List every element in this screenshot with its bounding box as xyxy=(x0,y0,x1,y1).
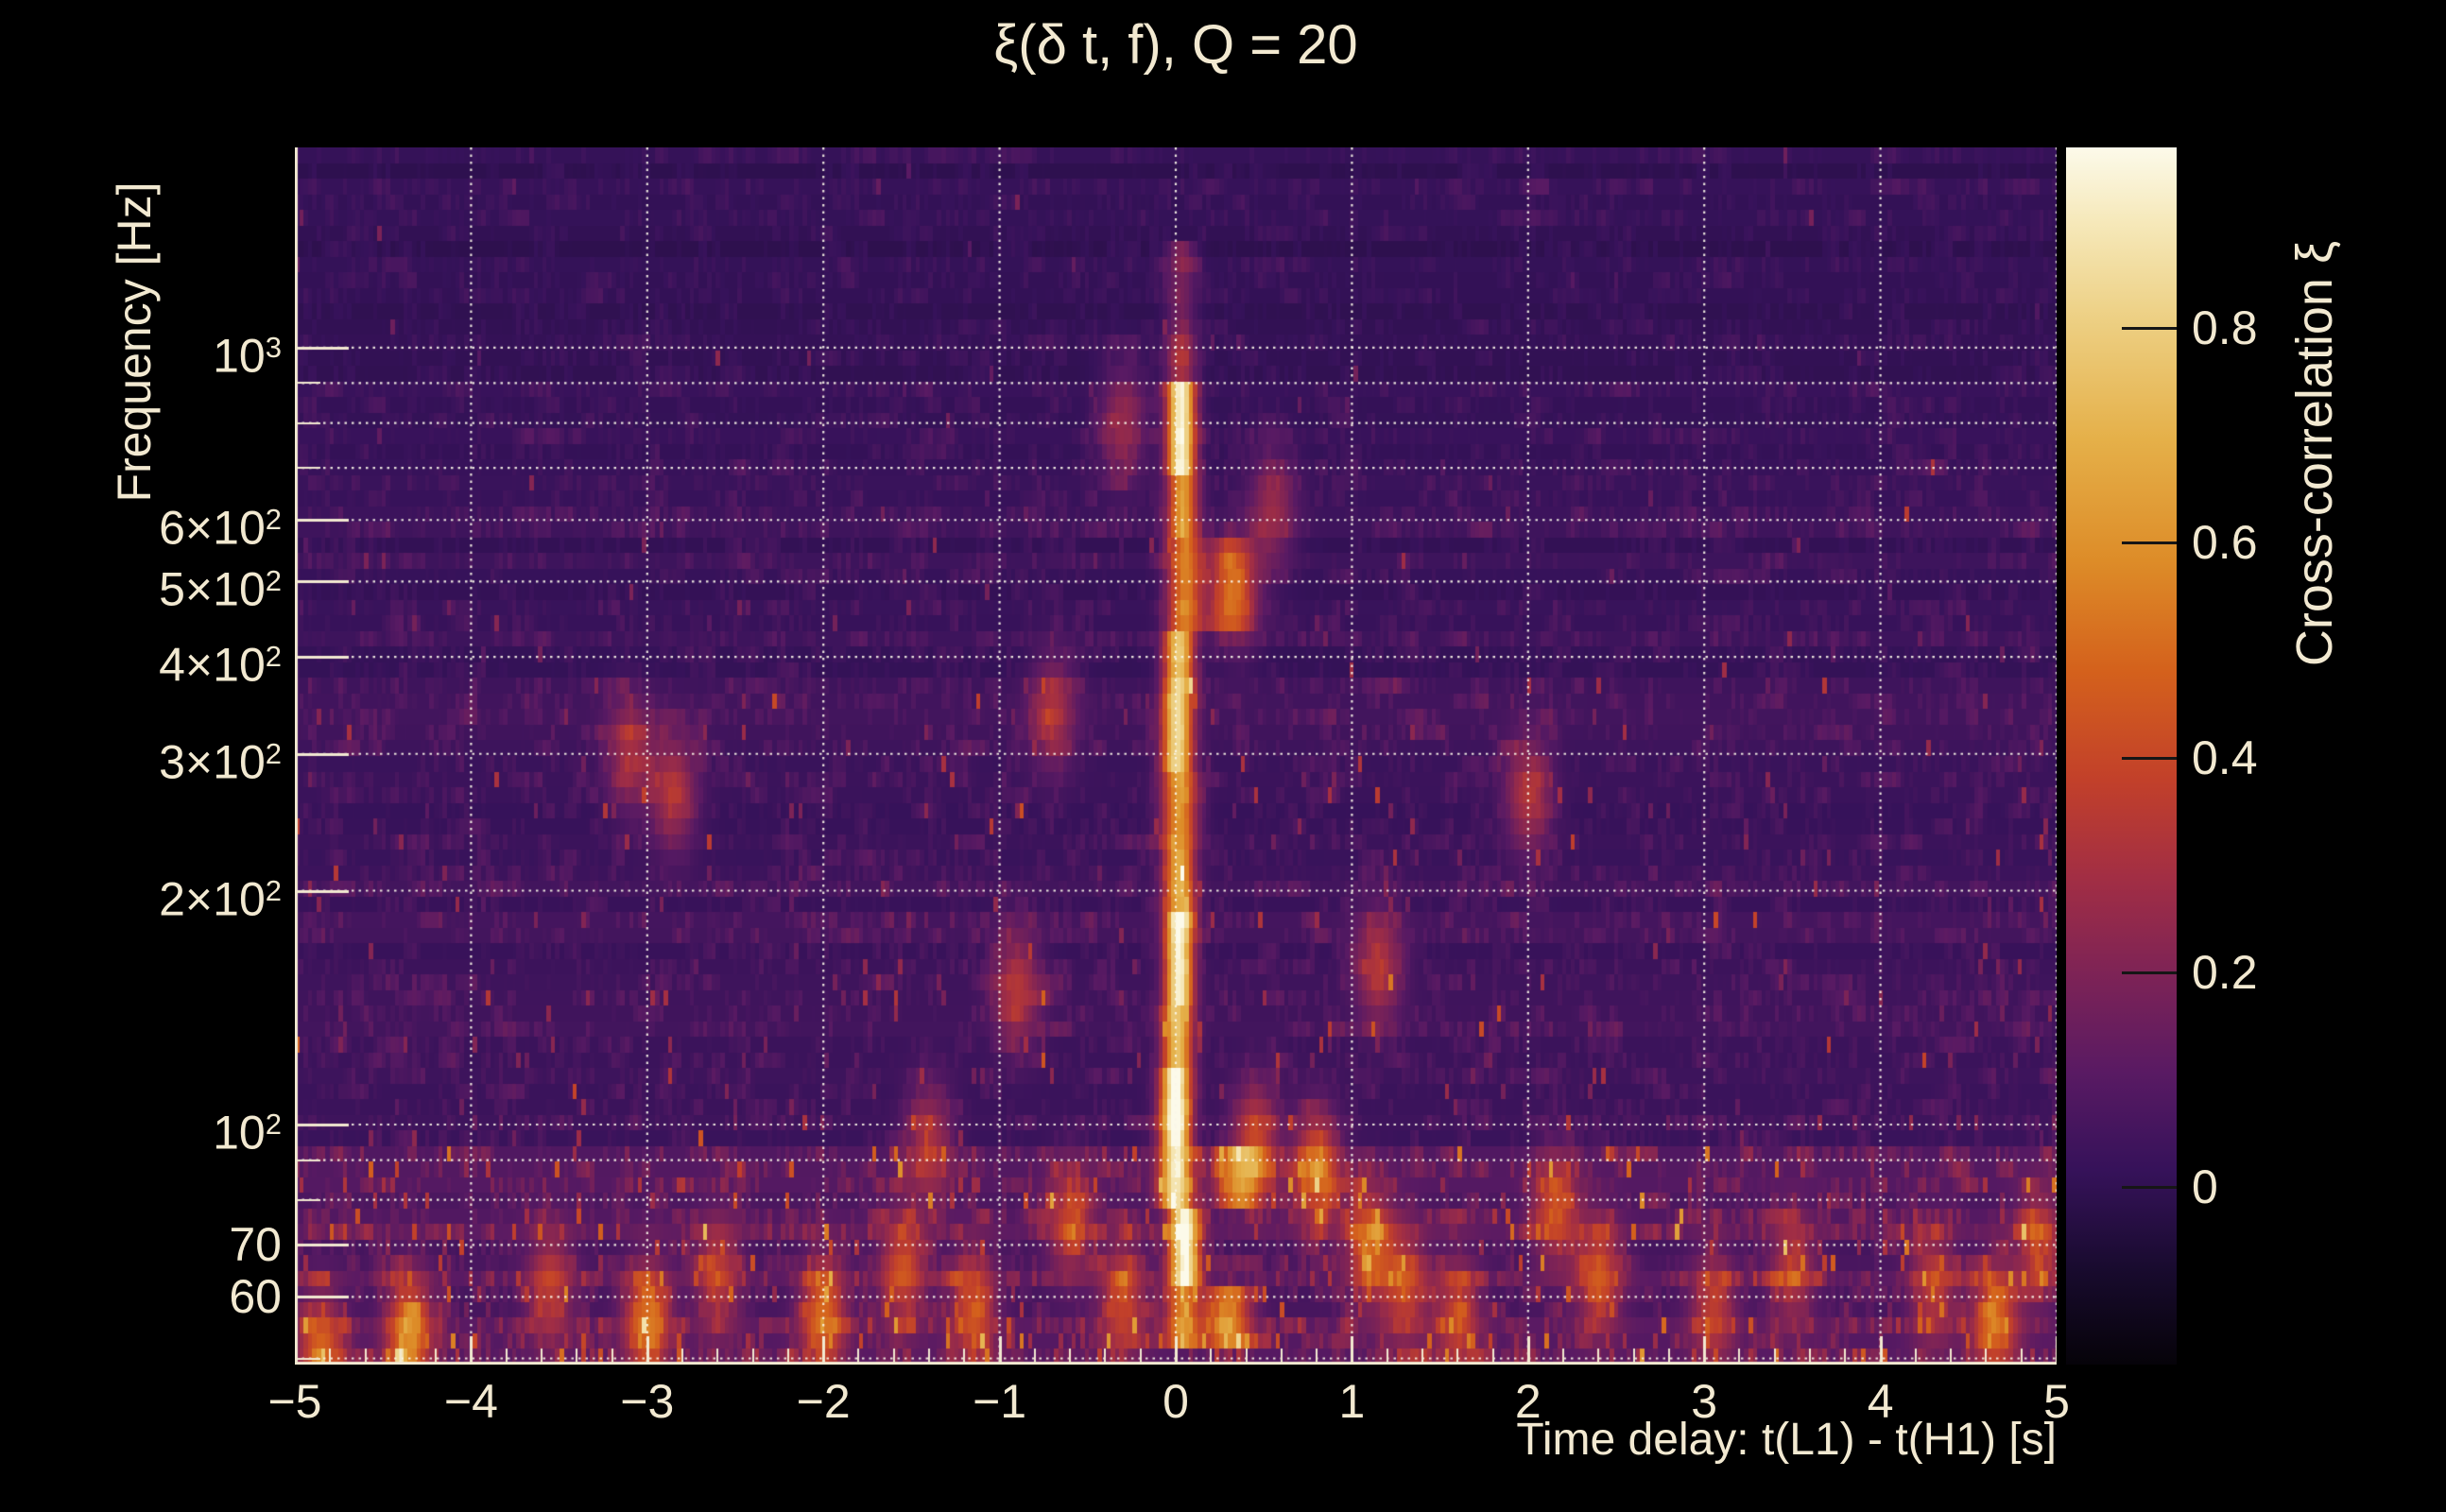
y-tick-label: 5×102 xyxy=(159,562,282,616)
y-tick-label: 70 xyxy=(229,1218,282,1272)
colorbar-tick-label: 0.4 xyxy=(2192,730,2258,784)
colorbar-tick xyxy=(2122,541,2177,545)
colorbar-tick-label: 0 xyxy=(2192,1160,2218,1214)
y-tick-label: 2×102 xyxy=(159,872,282,926)
colorbar-tick xyxy=(2122,756,2177,760)
colorbar-tick-label: 0.2 xyxy=(2192,946,2258,1000)
colorbar-tick-label: 0.6 xyxy=(2192,516,2258,570)
y-tick-label: 4×102 xyxy=(159,638,282,692)
x-axis-title: Time delay: t(L1) - t(H1) [s] xyxy=(1516,1415,2057,1465)
colorbar-title: Cross-correlation ξ xyxy=(2286,240,2343,667)
y-tick-label: 60 xyxy=(229,1270,282,1324)
cross-correlation-figure: ξ(δ t, f), Q = 20 Frequency [Hz] 103 6×10… xyxy=(0,0,2446,1512)
heatmap-canvas xyxy=(295,147,2057,1365)
colorbar-tick xyxy=(2122,971,2177,975)
y-tick-label: 6×102 xyxy=(159,501,282,555)
y-tick-label: 102 xyxy=(213,1106,282,1160)
y-tick-label: 3×102 xyxy=(159,735,282,789)
chart-title: ξ(δ t, f), Q = 20 xyxy=(993,14,1358,76)
colorbar-tick xyxy=(2122,1186,2177,1190)
colorbar-tick xyxy=(2122,326,2177,330)
y-tick-label: 103 xyxy=(213,329,282,383)
colorbar-tick-label: 0.8 xyxy=(2192,301,2258,354)
